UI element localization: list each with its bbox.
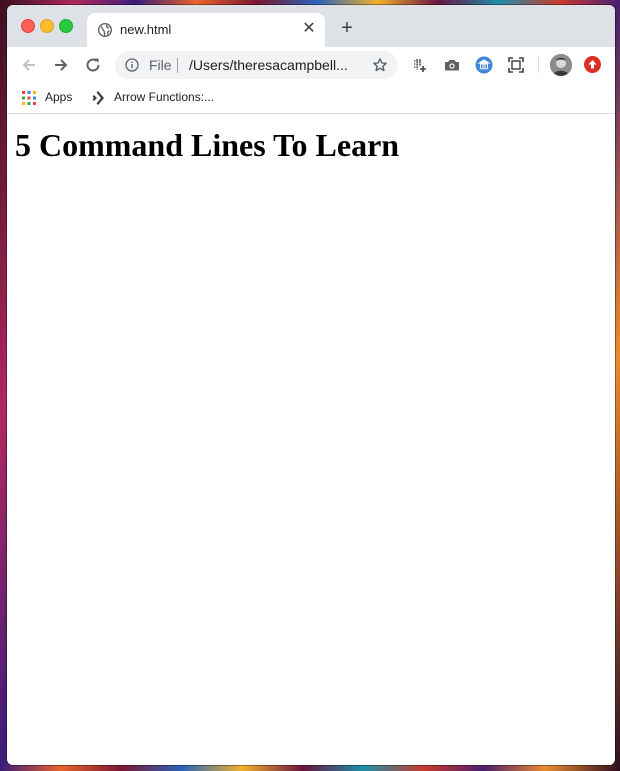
omnibox-divider bbox=[177, 58, 178, 73]
new-tab-button[interactable]: + bbox=[337, 18, 357, 38]
bookmark-label: Apps bbox=[45, 90, 73, 104]
toolbar-divider bbox=[538, 57, 539, 73]
reload-icon[interactable] bbox=[83, 55, 103, 75]
bookmark-star-icon[interactable] bbox=[372, 57, 388, 73]
tab-close-icon[interactable]: ✕ bbox=[301, 21, 317, 37]
profile-photo-icon bbox=[550, 54, 572, 76]
bookmarks-bar: Apps Arrow Functions:... bbox=[7, 83, 615, 114]
apps-grid-icon bbox=[22, 91, 36, 105]
browser-window: new.html ✕ + File /Users/theresacampbell… bbox=[7, 5, 615, 765]
back-arrow-icon[interactable] bbox=[19, 55, 39, 75]
globe-icon bbox=[98, 23, 112, 37]
bookmark-favicon-icon bbox=[92, 91, 104, 105]
page-heading: 5 Command Lines To Learn bbox=[15, 127, 400, 163]
tab-strip: new.html ✕ + bbox=[7, 5, 615, 47]
site-label: File bbox=[149, 57, 172, 73]
profile-avatar[interactable] bbox=[550, 54, 572, 76]
info-icon[interactable] bbox=[125, 58, 139, 72]
up-arrow-icon bbox=[588, 60, 597, 69]
address-bar[interactable]: File /Users/theresacampbell... bbox=[115, 51, 398, 79]
zoom-window-button[interactable] bbox=[59, 19, 73, 33]
page-content: 5 Command Lines To Learn bbox=[7, 114, 615, 765]
forward-arrow-icon[interactable] bbox=[51, 55, 71, 75]
close-window-button[interactable] bbox=[21, 19, 35, 33]
minimize-window-button[interactable] bbox=[40, 19, 54, 33]
screenshot-grid-icon[interactable] bbox=[411, 56, 429, 74]
tab-title: new.html bbox=[120, 22, 172, 37]
bookmark-arrow-functions[interactable]: Arrow Functions:... bbox=[90, 89, 230, 107]
tab-active[interactable]: new.html ✕ bbox=[87, 13, 325, 47]
bank-icon[interactable] bbox=[475, 56, 493, 74]
camera-icon[interactable] bbox=[443, 56, 461, 74]
bookmark-apps[interactable]: Apps bbox=[21, 89, 81, 107]
capture-frame-icon[interactable] bbox=[507, 56, 525, 74]
bookmark-label: Arrow Functions:... bbox=[114, 90, 215, 104]
toolbar: File /Users/theresacampbell... bbox=[7, 47, 615, 83]
update-button[interactable] bbox=[584, 56, 601, 73]
url-text[interactable]: /Users/theresacampbell... bbox=[189, 57, 348, 73]
